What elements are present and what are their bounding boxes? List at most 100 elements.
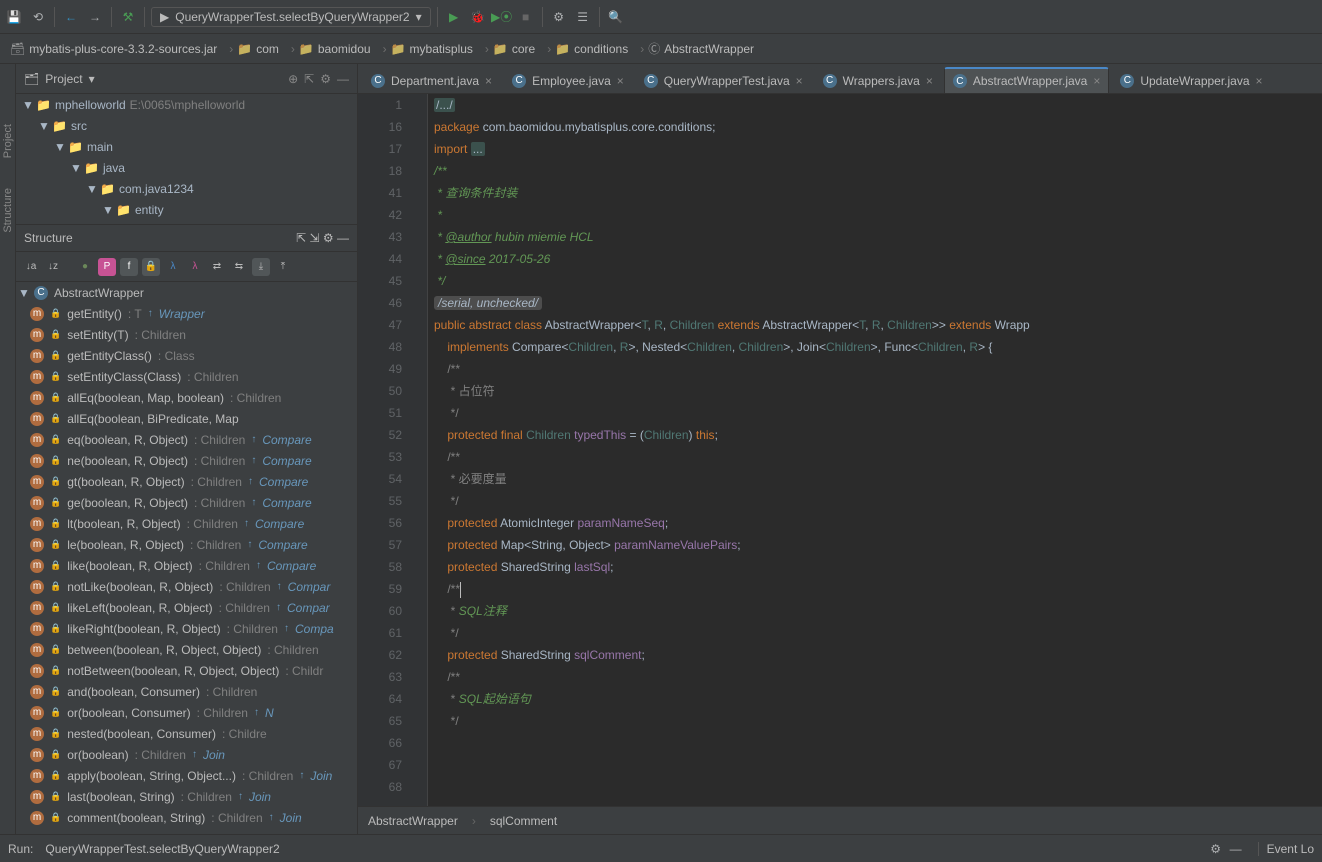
- crumb-member[interactable]: sqlComment: [490, 814, 557, 828]
- structure-root[interactable]: ▼ C AbstractWrapper: [16, 282, 357, 303]
- method-row[interactable]: m🔒notBetween(boolean, R, Object, Object)…: [16, 660, 357, 681]
- breadcrumb-item[interactable]: ›Ⓒ AbstractWrapper: [636, 40, 758, 57]
- editor-tab[interactable]: CWrappers.java×: [814, 67, 942, 93]
- method-row[interactable]: m🔒apply(boolean, String, Object...): Chi…: [16, 765, 357, 786]
- run-icon[interactable]: ▶: [444, 7, 464, 27]
- method-row[interactable]: m🔒ge(boolean, R, Object): Children ↑Comp…: [16, 492, 357, 513]
- method-row[interactable]: m🔒gt(boolean, R, Object): Children ↑Comp…: [16, 471, 357, 492]
- event-log-button[interactable]: Event Lo: [1258, 842, 1314, 856]
- hide-icon[interactable]: —: [337, 231, 349, 245]
- editor-content[interactable]: /.../package com.baomidou.mybatisplus.co…: [428, 94, 1322, 806]
- expand-all-icon[interactable]: ⤓: [252, 258, 270, 276]
- gear-icon[interactable]: ⚙: [1206, 839, 1226, 859]
- close-icon[interactable]: ×: [617, 74, 624, 88]
- target-icon[interactable]: ⊕: [288, 72, 298, 86]
- project-tool-label[interactable]: Project: [2, 124, 14, 158]
- hide-icon[interactable]: —: [337, 72, 349, 86]
- hide-icon[interactable]: —: [1226, 839, 1246, 859]
- method-row[interactable]: m🔒like(boolean, R, Object): Children ↑Co…: [16, 555, 357, 576]
- collapse-all-icon[interactable]: ⤒: [274, 258, 292, 276]
- method-row[interactable]: m🔒last(boolean, String): Children ↑Join: [16, 786, 357, 807]
- method-row[interactable]: m🔒allEq(boolean, BiPredicate, Map: [16, 408, 357, 429]
- autoscroll-from-icon[interactable]: ⇆: [230, 258, 248, 276]
- breadcrumb-item[interactable]: 🗃 mybatis-plus-core-3.3.2-sources.jar: [6, 42, 221, 56]
- show-fields-icon[interactable]: ●: [76, 258, 94, 276]
- method-row[interactable]: m🔒or(boolean): Children ↑Join: [16, 744, 357, 765]
- breadcrumb-item[interactable]: ›📁 core: [481, 42, 539, 56]
- build-icon[interactable]: ⚒: [118, 7, 138, 27]
- show-anon-icon[interactable]: λ: [164, 258, 182, 276]
- forward-icon[interactable]: →: [85, 7, 105, 27]
- show-inherited-icon[interactable]: f: [120, 258, 138, 276]
- sort-alpha-icon[interactable]: ↓a: [22, 258, 40, 276]
- breadcrumb-item[interactable]: ›📁 mybatisplus: [379, 42, 477, 56]
- tree-row[interactable]: ▼📁mphelloworld E:\0065\mphelloworld: [16, 94, 357, 115]
- editor-gutter[interactable]: 1161718414243444546474849505152535455565…: [358, 94, 410, 806]
- method-row[interactable]: m🔒ne(boolean, R, Object): Children ↑Comp…: [16, 450, 357, 471]
- autoscroll-src-icon[interactable]: ⇄: [208, 258, 226, 276]
- breadcrumb-item[interactable]: ›📁 com: [225, 42, 283, 56]
- tree-row[interactable]: ▼📁entity: [16, 199, 357, 220]
- structure-tool-label[interactable]: Structure: [2, 188, 14, 233]
- code-editor[interactable]: 1161718414243444546474849505152535455565…: [358, 94, 1322, 806]
- method-row[interactable]: m🔒notLike(boolean, R, Object): Children …: [16, 576, 357, 597]
- save-icon[interactable]: 💾: [4, 7, 24, 27]
- method-row[interactable]: m🔒eq(boolean, R, Object): Children ↑Comp…: [16, 429, 357, 450]
- tree-row[interactable]: ▼📁java: [16, 157, 357, 178]
- method-row[interactable]: m🔒setEntityClass(Class): Children: [16, 366, 357, 387]
- method-row[interactable]: m🔒likeRight(boolean, R, Object): Childre…: [16, 618, 357, 639]
- editor-breadcrumb[interactable]: AbstractWrapper › sqlComment: [358, 806, 1322, 834]
- editor-tab[interactable]: CAbstractWrapper.java×: [944, 67, 1110, 93]
- collapse-icon[interactable]: ⇱: [296, 231, 306, 245]
- method-row[interactable]: m🔒le(boolean, R, Object): Children ↑Comp…: [16, 534, 357, 555]
- method-row[interactable]: m🔒between(boolean, R, Object, Object): C…: [16, 639, 357, 660]
- tree-row[interactable]: ▼📁src: [16, 115, 357, 136]
- tree-row[interactable]: ▼📁main: [16, 136, 357, 157]
- back-icon[interactable]: ←: [61, 7, 81, 27]
- breadcrumb-item[interactable]: ›📁 conditions: [543, 42, 632, 56]
- editor-tab[interactable]: CUpdateWrapper.java×: [1111, 67, 1271, 93]
- close-icon[interactable]: ×: [485, 74, 492, 88]
- breadcrumb-item[interactable]: ›📁 baomidou: [287, 42, 375, 56]
- expand-icon[interactable]: ⇲: [309, 231, 319, 245]
- editor-tab[interactable]: CQueryWrapperTest.java×: [635, 67, 812, 93]
- gear-icon[interactable]: ⚙: [323, 231, 334, 245]
- close-icon[interactable]: ×: [796, 74, 803, 88]
- stop-icon[interactable]: ■: [516, 7, 536, 27]
- run-config-indicator[interactable]: QueryWrapperTest.selectByQueryWrapper2: [45, 842, 279, 856]
- debug-icon[interactable]: 🐞: [468, 7, 488, 27]
- method-row[interactable]: m🔒getEntityClass(): Class: [16, 345, 357, 366]
- tree-row[interactable]: ▼📁com.java1234: [16, 178, 357, 199]
- editor-tab[interactable]: CDepartment.java×: [362, 67, 501, 93]
- profile-icon[interactable]: ⚙: [549, 7, 569, 27]
- sort-visibility-icon[interactable]: ↓z: [44, 258, 62, 276]
- chevron-down-icon[interactable]: ▾: [89, 72, 95, 86]
- method-row[interactable]: m🔒and(boolean, Consumer): Children: [16, 681, 357, 702]
- folding-gutter[interactable]: [410, 94, 428, 806]
- show-nonpublic-icon[interactable]: 🔒: [142, 258, 160, 276]
- show-lambdas-icon[interactable]: λ: [186, 258, 204, 276]
- method-row[interactable]: m🔒allEq(boolean, Map, boolean): Children: [16, 387, 357, 408]
- coverage-icon[interactable]: ▶⦿: [492, 7, 512, 27]
- refresh-icon[interactable]: ⟲: [28, 7, 48, 27]
- structure-tree[interactable]: ▼ C AbstractWrapper m🔒getEntity(): T ↑Wr…: [16, 282, 357, 834]
- method-row[interactable]: m🔒lt(boolean, R, Object): Children ↑Comp…: [16, 513, 357, 534]
- method-row[interactable]: m🔒comment(boolean, String): Children ↑Jo…: [16, 807, 357, 828]
- method-row[interactable]: m🔒or(boolean, Consumer): Children ↑N: [16, 702, 357, 723]
- editor-tab[interactable]: CEmployee.java×: [503, 67, 633, 93]
- crumb-class[interactable]: AbstractWrapper: [368, 814, 458, 828]
- structure-icon[interactable]: ☰: [573, 7, 593, 27]
- method-row[interactable]: m🔒getEntity(): T ↑Wrapper: [16, 303, 357, 324]
- method-row[interactable]: m🔒likeLeft(boolean, R, Object): Children…: [16, 597, 357, 618]
- show-properties-icon[interactable]: P: [98, 258, 116, 276]
- project-tree[interactable]: ▼📁mphelloworld E:\0065\mphelloworld▼📁src…: [16, 94, 357, 224]
- method-row[interactable]: m🔒setEntity(T): Children: [16, 324, 357, 345]
- method-row[interactable]: m🔒nested(boolean, Consumer): Childre: [16, 723, 357, 744]
- gear-icon[interactable]: ⚙: [320, 72, 331, 86]
- run-config-select[interactable]: ▶ QueryWrapperTest.selectByQueryWrapper2…: [151, 7, 431, 27]
- close-icon[interactable]: ×: [1093, 74, 1100, 88]
- close-icon[interactable]: ×: [926, 74, 933, 88]
- close-icon[interactable]: ×: [1256, 74, 1263, 88]
- collapse-icon[interactable]: ⇱: [304, 72, 314, 86]
- search-icon[interactable]: 🔍: [606, 7, 626, 27]
